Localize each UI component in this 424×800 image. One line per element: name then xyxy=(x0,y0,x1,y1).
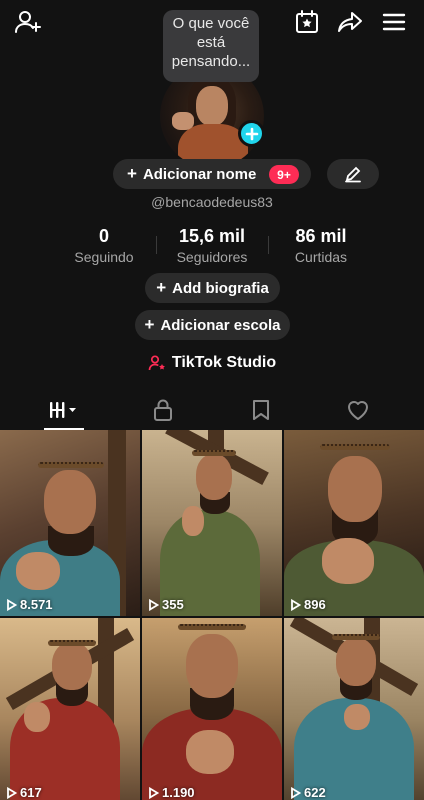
video-thumbnail[interactable]: 617 xyxy=(0,618,140,800)
person-plus-icon[interactable] xyxy=(14,8,42,36)
video-view-count: 355 xyxy=(148,597,184,612)
view-count-text: 355 xyxy=(162,597,184,612)
view-count-text: 896 xyxy=(304,597,326,612)
play-icon xyxy=(149,598,159,611)
studio-person-star-icon xyxy=(148,354,166,372)
profile-tabs xyxy=(0,390,424,430)
add-avatar-plus-button[interactable] xyxy=(238,120,265,147)
stat-followers[interactable]: 15,6 mil Seguidores xyxy=(166,226,258,265)
play-icon xyxy=(7,786,17,799)
stat-followers-value: 15,6 mil xyxy=(178,226,246,246)
tiktok-studio-link[interactable]: TikTok Studio xyxy=(0,354,424,372)
play-icon xyxy=(291,598,301,611)
calendar-star-icon[interactable] xyxy=(293,8,321,36)
stat-following-value: 0 xyxy=(98,226,109,246)
divider xyxy=(156,236,157,254)
play-icon xyxy=(7,598,17,611)
tab-liked[interactable] xyxy=(305,390,411,430)
divider xyxy=(268,236,269,254)
grid-bars-icon xyxy=(50,402,76,418)
thought-bubble[interactable]: O que você está pensando... xyxy=(163,10,259,82)
video-thumbnail[interactable]: 8.571 xyxy=(0,430,140,616)
video-thumbnail[interactable]: 1.190 xyxy=(142,618,282,800)
stat-likes-value: 86 mil xyxy=(295,226,347,246)
plus-icon: + xyxy=(144,315,155,334)
bookmark-icon xyxy=(253,400,269,420)
plus-icon: + xyxy=(127,164,137,183)
play-icon xyxy=(291,786,301,799)
pencil-icon xyxy=(345,166,361,183)
video-grid: 8.571 355 896 617 1.190 622 xyxy=(0,430,424,800)
stat-following[interactable]: 0 Seguindo xyxy=(64,226,144,265)
share-arrow-icon[interactable] xyxy=(336,8,364,36)
edit-profile-button[interactable] xyxy=(327,159,379,189)
add-name-label: Adicionar nome xyxy=(142,165,257,183)
video-view-count: 8.571 xyxy=(6,597,53,612)
stat-likes[interactable]: 86 mil Curtidas xyxy=(280,226,362,265)
view-count-text: 8.571 xyxy=(20,597,53,612)
username: @bencaodedeus83 xyxy=(151,194,273,210)
video-view-count: 1.190 xyxy=(148,785,195,800)
video-thumbnail[interactable]: 355 xyxy=(142,430,282,616)
video-thumbnail[interactable]: 622 xyxy=(284,618,424,800)
hamburger-menu-icon[interactable] xyxy=(380,8,408,36)
plus-icon: + xyxy=(156,278,167,297)
view-count-text: 622 xyxy=(304,785,326,800)
stat-following-label: Seguindo xyxy=(74,249,134,265)
lock-icon xyxy=(154,399,172,421)
view-count-text: 617 xyxy=(20,785,42,800)
plus-icon xyxy=(245,127,258,140)
add-school-button[interactable]: + Adicionar escola xyxy=(135,310,290,340)
tab-favorites[interactable] xyxy=(208,390,314,430)
stat-likes-label: Curtidas xyxy=(294,249,348,265)
notification-badge: 9+ xyxy=(269,165,299,184)
add-bio-button[interactable]: + Add biografia xyxy=(145,273,280,303)
play-icon xyxy=(149,786,159,799)
thought-bubble-text: O que você está pensando... xyxy=(171,15,251,70)
heart-icon xyxy=(348,401,368,420)
video-view-count: 896 xyxy=(290,597,326,612)
add-bio-label: Add biografia xyxy=(172,279,269,297)
tab-videos[interactable] xyxy=(11,390,117,430)
add-school-label: Adicionar escola xyxy=(160,316,281,334)
tiktok-studio-label: TikTok Studio xyxy=(171,354,277,371)
video-view-count: 617 xyxy=(6,785,42,800)
view-count-text: 1.190 xyxy=(162,785,195,800)
video-thumbnail[interactable]: 896 xyxy=(284,430,424,616)
add-name-button[interactable]: + Adicionar nome 9+ xyxy=(113,159,311,189)
stat-followers-label: Seguidores xyxy=(176,249,248,265)
video-view-count: 622 xyxy=(290,785,326,800)
tab-private[interactable] xyxy=(110,390,216,430)
